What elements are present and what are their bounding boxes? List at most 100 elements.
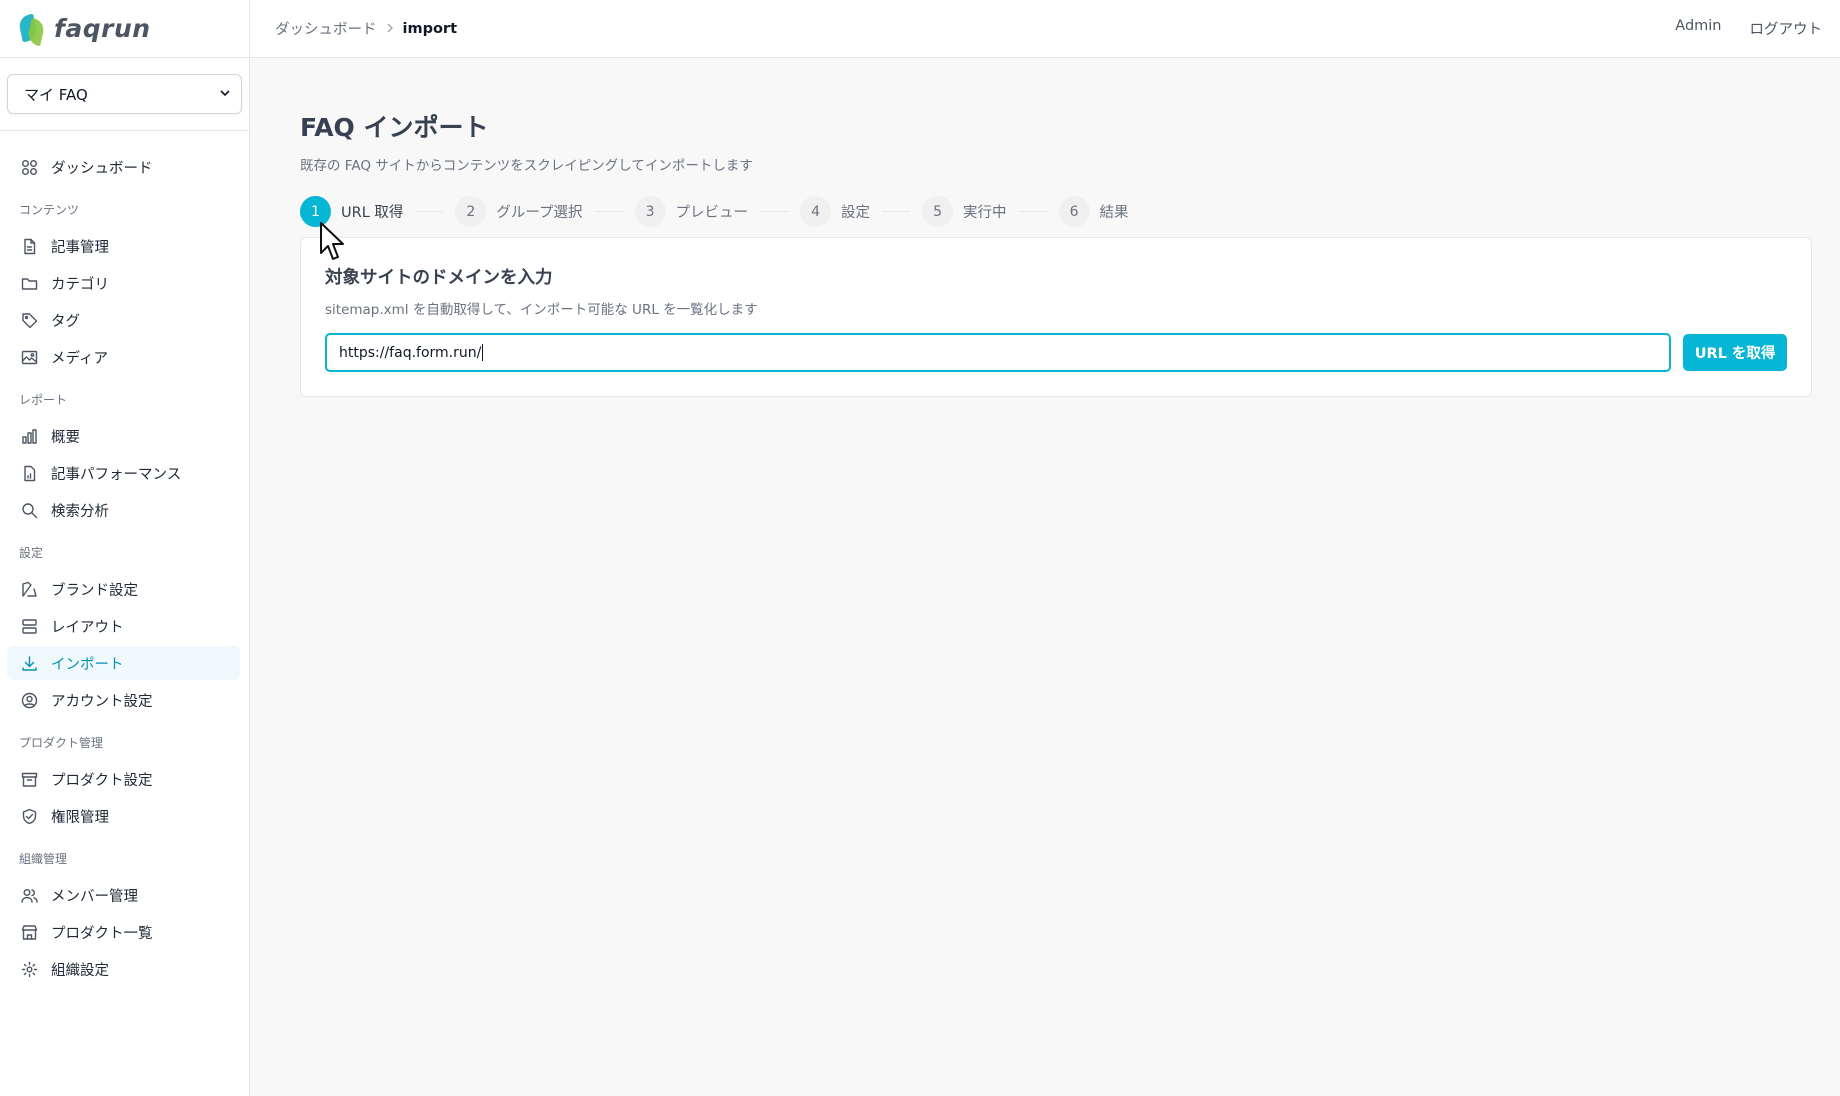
breadcrumb-current: import <box>402 20 458 37</box>
sidebar-item-label: 権限管理 <box>51 809 109 826</box>
image-icon <box>20 348 38 366</box>
step-connector <box>760 211 789 212</box>
search-icon <box>20 501 38 519</box>
sidebar-nav: ダッシュボード <box>0 131 249 184</box>
layout-icon <box>20 617 38 635</box>
sidebar-item-document[interactable]: 記事管理 <box>7 229 240 263</box>
breadcrumb-dashboard-link[interactable]: ダッシュボード <box>275 18 377 39</box>
document-icon <box>20 237 38 255</box>
chevron-down-icon <box>219 87 231 102</box>
sidebar-item-shield-check[interactable]: 権限管理 <box>7 799 240 833</box>
import-stepper: 1 URL 取得 2 グループ選択 3 プレビュー 4 設定 5 実行中 6 結果 <box>300 196 1812 227</box>
sidebar-item-user-circle[interactable]: アカウント設定 <box>7 683 240 717</box>
step-1: 1 URL 取得 <box>300 196 403 227</box>
sidebar-item-label: メディア <box>51 350 108 367</box>
step-3: 3 プレビュー <box>634 196 749 227</box>
step-connector <box>594 211 623 212</box>
faq-selector-value: マイ FAQ <box>24 85 88 104</box>
bar-chart-icon <box>20 427 38 445</box>
sidebar-item-label: ダッシュボード <box>51 160 153 177</box>
card-title: 対象サイトのドメインを入力 <box>325 268 553 288</box>
sidebar-section-title: プロダクト管理 <box>19 736 104 750</box>
download-icon <box>20 654 38 672</box>
sidebar-item-label: 検索分析 <box>51 503 109 520</box>
sidebar-item-image[interactable]: メディア <box>7 340 240 374</box>
card-subtitle: sitemap.xml を自動取得して、インポート可能な URL を一覧化します <box>325 302 758 318</box>
sidebar-item-label: プロダクト設定 <box>51 772 153 789</box>
archive-icon <box>20 770 38 788</box>
sidebar-item-folder[interactable]: カテゴリ <box>7 266 240 300</box>
sidebar-section-title: コンテンツ <box>19 203 80 217</box>
step-2: 2 グループ選択 <box>455 196 583 227</box>
sidebar-item-bar-chart[interactable]: 概要 <box>7 419 240 453</box>
step-label: 設定 <box>841 205 871 221</box>
main-content: FAQ インポート 既存の FAQ サイトからコンテンツをスクレイピングしてイン… <box>300 108 1812 397</box>
step-label: グループ選択 <box>496 205 583 221</box>
logout-link[interactable]: ログアウト <box>1750 18 1823 39</box>
sidebar-item-tag[interactable]: タグ <box>7 303 240 337</box>
page-subtitle: 既存の FAQ サイトからコンテンツをスクレイピングしてインポートします <box>300 158 753 174</box>
mouse-pointer-icon <box>320 222 344 260</box>
step-connector <box>882 211 911 212</box>
doc-chart-icon <box>20 464 38 482</box>
sidebar-item-search[interactable]: 検索分析 <box>7 493 240 527</box>
sidebar-section-title: 組織管理 <box>19 852 68 866</box>
step-number: 5 <box>922 196 954 227</box>
domain-url-value: https://faq.form.run/ <box>339 344 482 361</box>
logo-text: faqrun <box>54 14 151 43</box>
sidebar-item-label: プロダクト一覧 <box>51 925 153 942</box>
faq-selector[interactable]: マイ FAQ <box>7 74 242 114</box>
step-label: 実行中 <box>963 205 1007 221</box>
logo-mark-icon <box>17 13 48 46</box>
step-4: 4 設定 <box>800 196 870 227</box>
gear-icon <box>20 960 38 978</box>
step-number: 2 <box>455 196 487 227</box>
sidebar-section-title: 設定 <box>19 546 44 560</box>
domain-input-card: 対象サイトのドメインを入力 sitemap.xml を自動取得して、インポート可… <box>300 237 1812 397</box>
user-menu[interactable]: Admin <box>1675 18 1721 39</box>
step-label: URL 取得 <box>341 205 404 221</box>
sidebar-item-layout[interactable]: レイアウト <box>7 609 240 643</box>
step-number: 6 <box>1058 196 1090 227</box>
topbar: ダッシュボード import Admin ログアウト <box>250 0 1840 58</box>
sidebar-item-label: 記事パフォーマンス <box>51 466 182 483</box>
logo[interactable]: faqrun <box>0 0 249 58</box>
tag-icon <box>20 311 38 329</box>
step-6: 6 結果 <box>1058 196 1129 227</box>
folder-icon <box>20 274 38 292</box>
sidebar-item-label: タグ <box>51 313 80 330</box>
palette-icon <box>20 580 38 598</box>
sidebar-item-label: メンバー管理 <box>51 888 138 905</box>
fetch-url-button[interactable]: URL を取得 <box>1683 334 1787 371</box>
store-icon <box>20 923 38 941</box>
sidebar-item-label: インポート <box>51 656 124 673</box>
step-label: 結果 <box>1099 205 1129 221</box>
sidebar-item-archive[interactable]: プロダクト設定 <box>7 762 240 796</box>
step-connector <box>415 211 444 212</box>
step-number: 3 <box>634 196 666 227</box>
users-icon <box>20 886 38 904</box>
user-circle-icon <box>20 691 38 709</box>
step-connector <box>1018 211 1047 212</box>
sidebar-item-store[interactable]: プロダクト一覧 <box>7 915 240 949</box>
chevron-right-icon <box>385 22 395 36</box>
step-label: プレビュー <box>675 205 749 221</box>
sidebar-item-label: ブランド設定 <box>51 582 138 599</box>
step-5: 5 実行中 <box>922 196 1007 227</box>
domain-url-input[interactable]: https://faq.form.run/ <box>325 333 1672 372</box>
text-caret <box>482 344 484 361</box>
sidebar-item-label: カテゴリ <box>51 276 109 293</box>
sidebar-item-gear[interactable]: 組織設定 <box>7 952 240 986</box>
sidebar-item-label: 組織設定 <box>51 962 109 979</box>
page-title: FAQ インポート <box>300 113 489 142</box>
step-number: 4 <box>800 196 832 227</box>
sidebar-item-label: レイアウト <box>51 619 124 636</box>
sidebar-item-palette[interactable]: ブランド設定 <box>7 572 240 606</box>
breadcrumb: ダッシュボード import <box>275 18 457 39</box>
sidebar-item-label: 概要 <box>51 429 80 446</box>
sidebar-item-download[interactable]: インポート <box>7 646 240 680</box>
grid-icon <box>20 158 38 176</box>
sidebar-item-dashboard[interactable]: ダッシュボード <box>7 150 240 184</box>
sidebar-item-doc-chart[interactable]: 記事パフォーマンス <box>7 456 240 490</box>
sidebar-item-users[interactable]: メンバー管理 <box>7 878 240 912</box>
